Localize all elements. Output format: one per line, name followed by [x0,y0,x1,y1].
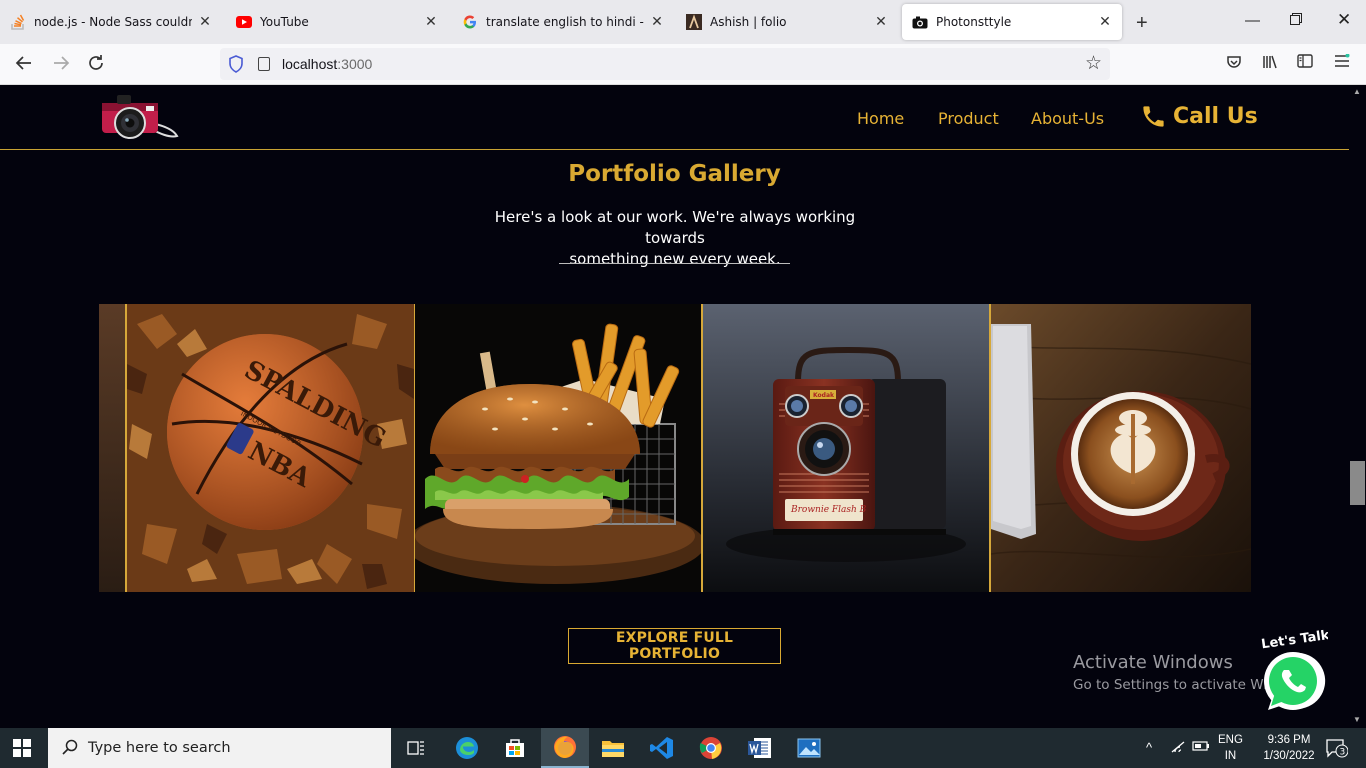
camera-icon [912,14,928,30]
vscode-icon[interactable] [638,728,686,768]
back-arrow-icon[interactable] [15,54,33,77]
browser-nav-bar: localhost:3000 ☆ [0,44,1366,85]
reload-icon[interactable] [87,54,105,77]
phone-icon [1143,106,1164,127]
forward-arrow-icon[interactable] [52,54,70,77]
minimize-icon[interactable]: — [1245,12,1260,29]
windows-start-icon[interactable] [13,739,31,757]
tab-google-translate[interactable]: translate english to hindi - Goog ✕ [452,4,674,40]
wifi-icon[interactable] [1170,740,1186,757]
language-indicator[interactable]: ENG IN [1218,732,1243,764]
edge-icon[interactable] [443,728,491,768]
gallery-title: Portfolio Gallery [568,161,781,187]
activate-windows-watermark: Activate Windows Go to Settings to activ… [1073,652,1268,693]
nav-home-link[interactable]: Home [857,109,904,128]
partial-image-left [99,304,126,592]
tracking-protection-shield-icon[interactable] [228,55,244,73]
tab-label: translate english to hindi - Goog [486,15,644,29]
notification-count: 3 [1340,748,1346,758]
portfolio-icon [686,14,702,30]
pocket-icon[interactable] [1226,54,1242,74]
word-icon[interactable] [736,728,784,768]
burger-image[interactable] [415,304,701,592]
close-window-icon[interactable]: ✕ [1337,10,1351,30]
search-icon [62,739,78,755]
notifications-icon[interactable]: 3 [1326,738,1349,761]
whatsapp-chat-widget[interactable]: Let's Talk [1258,628,1331,718]
close-tab-icon[interactable]: ✕ [874,14,888,30]
close-tab-icon[interactable]: ✕ [1098,14,1112,30]
close-tab-icon[interactable]: ✕ [198,14,212,30]
new-tab-icon[interactable]: + [1136,12,1148,35]
stack-overflow-icon [10,14,26,30]
call-us-label: Call Us [1173,104,1258,129]
tab-label: YouTube [260,15,309,29]
tab-label: Ashish | folio [710,15,787,29]
page-viewport: Home Product About-Us Call Us Portfolio … [0,85,1366,728]
call-us-button[interactable]: Call Us [1140,103,1258,130]
scroll-up-arrow-icon[interactable]: ▲ [1353,87,1361,96]
lets-talk-label: Let's Talk [1260,628,1328,652]
nav-product-link[interactable]: Product [938,109,999,128]
scrollbar-thumb[interactable] [1350,461,1365,505]
camera-brand-text: Kodak [813,392,835,399]
tab-stackoverflow[interactable]: node.js - Node Sass couldn't fin ✕ [0,4,222,40]
gallery-subtitle: Here's a look at our work. We're always … [494,208,856,268]
whatsapp-icon [1264,652,1326,710]
address-bar[interactable]: localhost:3000 ☆ [220,48,1110,80]
tab-photonsttyle[interactable]: Photonsttyle ✕ [902,4,1122,40]
show-hidden-icons-chevron-icon[interactable]: ^ [1146,740,1152,755]
sidebar-icon[interactable] [1297,54,1313,72]
bookmark-star-icon[interactable]: ☆ [1085,52,1102,75]
search-placeholder: Type here to search [88,740,231,756]
latte-coffee-image[interactable] [991,304,1251,592]
vintage-camera-image[interactable]: Kodak Brownie Flash B [703,304,989,592]
portfolio-image-strip: SPALDING NBA INDOOR OUTDOOR Kodak Browni… [99,304,1251,592]
page-info-icon[interactable] [258,57,270,71]
microsoft-store-icon[interactable] [491,728,539,768]
close-tab-icon[interactable]: ✕ [424,14,438,30]
close-tab-icon[interactable]: ✕ [650,14,664,30]
camera-logo[interactable] [99,93,179,141]
google-icon [462,14,478,30]
nav-about-link[interactable]: About-Us [1031,109,1104,128]
taskbar-clock[interactable]: 9:36 PM 1/30/2022 [1252,732,1326,764]
title-divider [559,263,790,264]
basketball-image[interactable]: SPALDING NBA INDOOR OUTDOOR [127,304,414,592]
photos-icon[interactable] [785,728,833,768]
restore-icon[interactable] [1290,12,1302,29]
task-view-icon[interactable] [392,728,440,768]
site-header: Home Product About-Us Call Us [0,85,1349,150]
firefox-icon[interactable] [541,728,589,768]
tab-label: node.js - Node Sass couldn't fin [34,15,192,29]
browser-tab-bar: node.js - Node Sass couldn't fin ✕ YouTu… [0,0,1366,44]
battery-icon[interactable] [1192,740,1210,755]
library-icon[interactable] [1262,54,1278,74]
explore-portfolio-button[interactable]: EXPLORE FULL PORTFOLIO [568,628,781,664]
app-menu-icon[interactable] [1334,53,1350,72]
windows-taskbar: Type here to search ^ ENG IN 9:36 PM 1/3… [0,728,1366,768]
scroll-down-arrow-icon[interactable]: ▼ [1353,715,1361,724]
tab-label: Photonsttyle [936,15,1012,29]
tab-ashish-folio[interactable]: Ashish | folio ✕ [676,4,898,40]
chrome-icon[interactable] [687,728,735,768]
youtube-icon [236,14,252,30]
tab-youtube[interactable]: YouTube ✕ [226,4,448,40]
file-explorer-icon[interactable] [589,728,637,768]
camera-model-text: Brownie Flash B [790,505,867,515]
url-text: localhost:3000 [282,56,373,72]
taskbar-search-box[interactable]: Type here to search [48,728,391,768]
page-scrollbar[interactable]: ▲ ▼ [1349,85,1366,728]
